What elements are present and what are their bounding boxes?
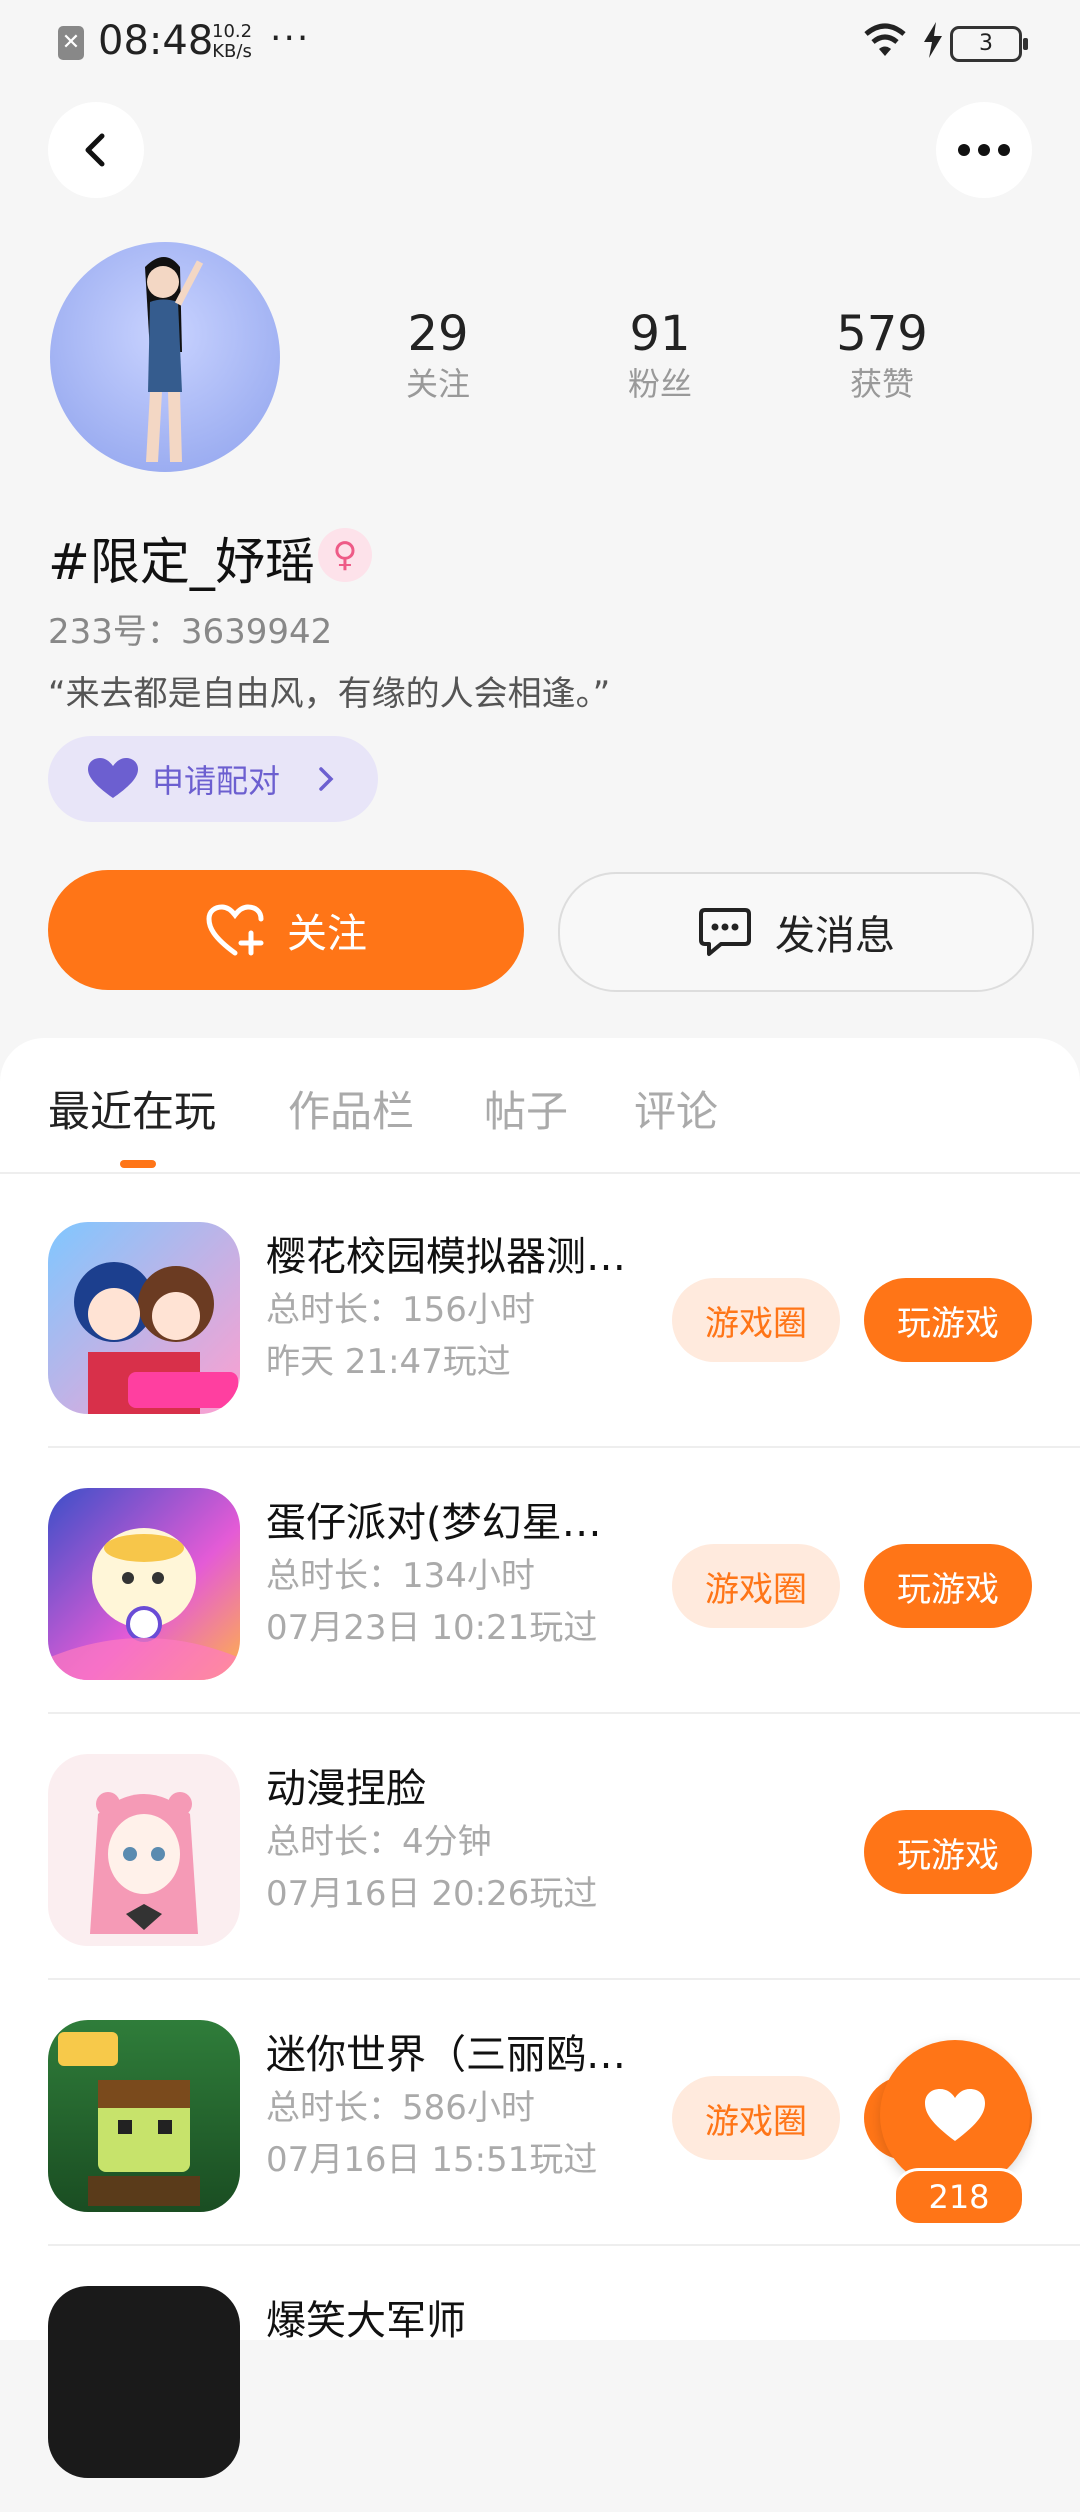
game-last-played: 07月16日 15:51玩过 [266,2140,598,2180]
more-button[interactable] [936,102,1032,198]
status-bar: ✕ 08:48 10.2 KB/s ··· 3 [0,0,1080,90]
game-circle-button[interactable]: 游戏圈 [672,2076,840,2160]
stat-likes[interactable]: 579 获赞 [802,304,962,404]
battery-icon: 3 [950,26,1028,62]
game-title: 蛋仔派对(梦幻星… [266,1500,602,1546]
game-title: 迷你世界（三丽鸥… [266,2032,626,2078]
tab-works[interactable]: 作品栏 [288,1078,414,1139]
game-row[interactable]: 蛋仔派对(梦幻星… 总时长：134小时 07月23日 10:21玩过 游戏圈 玩… [0,1448,1080,1714]
eggy-party-icon [48,1488,240,1680]
heart-icon [925,2089,985,2141]
play-game-button[interactable]: 玩游戏 [864,1278,1032,1362]
status-more: ··· [270,18,311,59]
stat-value: 91 [629,306,691,362]
tab-posts[interactable]: 帖子 [484,1078,568,1139]
back-icon [85,133,105,167]
game-last-played: 07月23日 10:21玩过 [266,1608,598,1648]
follow-label: 关注 [287,911,367,957]
charging-icon [924,22,942,58]
chat-icon [699,908,751,956]
avatar[interactable] [50,242,280,472]
more-icon [958,144,1010,156]
back-button[interactable] [48,102,144,198]
mini-world-icon [48,2020,240,2212]
stat-label: 关注 [405,365,470,403]
message-label: 发消息 [775,913,895,959]
game-title: 爆笑大军师 [266,2298,466,2344]
like-count: 218 [893,2168,1025,2226]
game-row[interactable]: 樱花校园模拟器测… 总时长：156小时 昨天 21:47玩过 游戏圈 玩游戏 [0,1182,1080,1448]
message-button[interactable]: 发消息 [558,872,1034,992]
play-game-button[interactable]: 玩游戏 [864,1810,1032,1894]
tab-indicator [120,1160,156,1168]
stat-label: 获赞 [849,365,914,403]
follow-button[interactable]: 关注 [48,870,524,990]
sakura-school-icon [48,1222,240,1414]
divider [0,1172,1080,1174]
game-duration: 总时长：156小时 [266,1290,535,1330]
play-game-button[interactable]: 玩游戏 [864,1544,1032,1628]
game-last-played: 昨天 21:47玩过 [266,1342,511,1382]
stat-value: 29 [407,306,469,362]
game-last-played: 07月16日 20:26玩过 [266,1874,598,1914]
stat-fans[interactable]: 91 粉丝 [580,304,740,404]
game-circle-button[interactable]: 游戏圈 [672,1544,840,1628]
profile-uid: 233号：3639942 [48,612,333,652]
profile-bio: “来去都是自由风，有缘的人会相逢。” [48,674,611,714]
tab-recent-played[interactable]: 最近在玩 [48,1078,216,1139]
game-title: 樱花校园模拟器测… [266,1234,626,1280]
stat-label: 粉丝 [627,365,692,403]
anime-face-icon [48,1754,240,1946]
avatar-figure [145,257,204,462]
female-icon: ♀ [318,528,372,582]
chevron-right-icon [319,767,334,791]
game-title: 动漫捏脸 [266,1766,426,1812]
stat-following[interactable]: 29 关注 [358,304,518,404]
stat-value: 579 [836,306,928,362]
game-duration: 总时长：4分钟 [266,1822,492,1862]
game-row[interactable]: 爆笑大军师 [0,2246,1080,2512]
sim-off-icon: ✕ [58,26,84,60]
wifi-icon [864,23,906,56]
game-circle-button[interactable]: 游戏圈 [672,1278,840,1362]
network-speed: 10.2 KB/s [212,21,253,62]
tab-comments[interactable]: 评论 [634,1078,718,1139]
status-time: 08:48 [98,18,214,64]
game-row[interactable]: 动漫捏脸 总时长：4分钟 07月16日 20:26玩过 玩游戏 [0,1714,1080,1980]
pair-request-label: 申请配对 [152,762,281,800]
heart-plus-icon [206,904,264,956]
game-duration: 总时长：134小时 [266,1556,535,1596]
heart-icon [88,758,138,798]
pair-request-button[interactable]: 申请配对 [48,736,378,822]
profile-name: #限定_妤瑶 [48,533,315,591]
game-duration: 总时长：586小时 [266,2088,535,2128]
game-icon [48,2286,240,2478]
